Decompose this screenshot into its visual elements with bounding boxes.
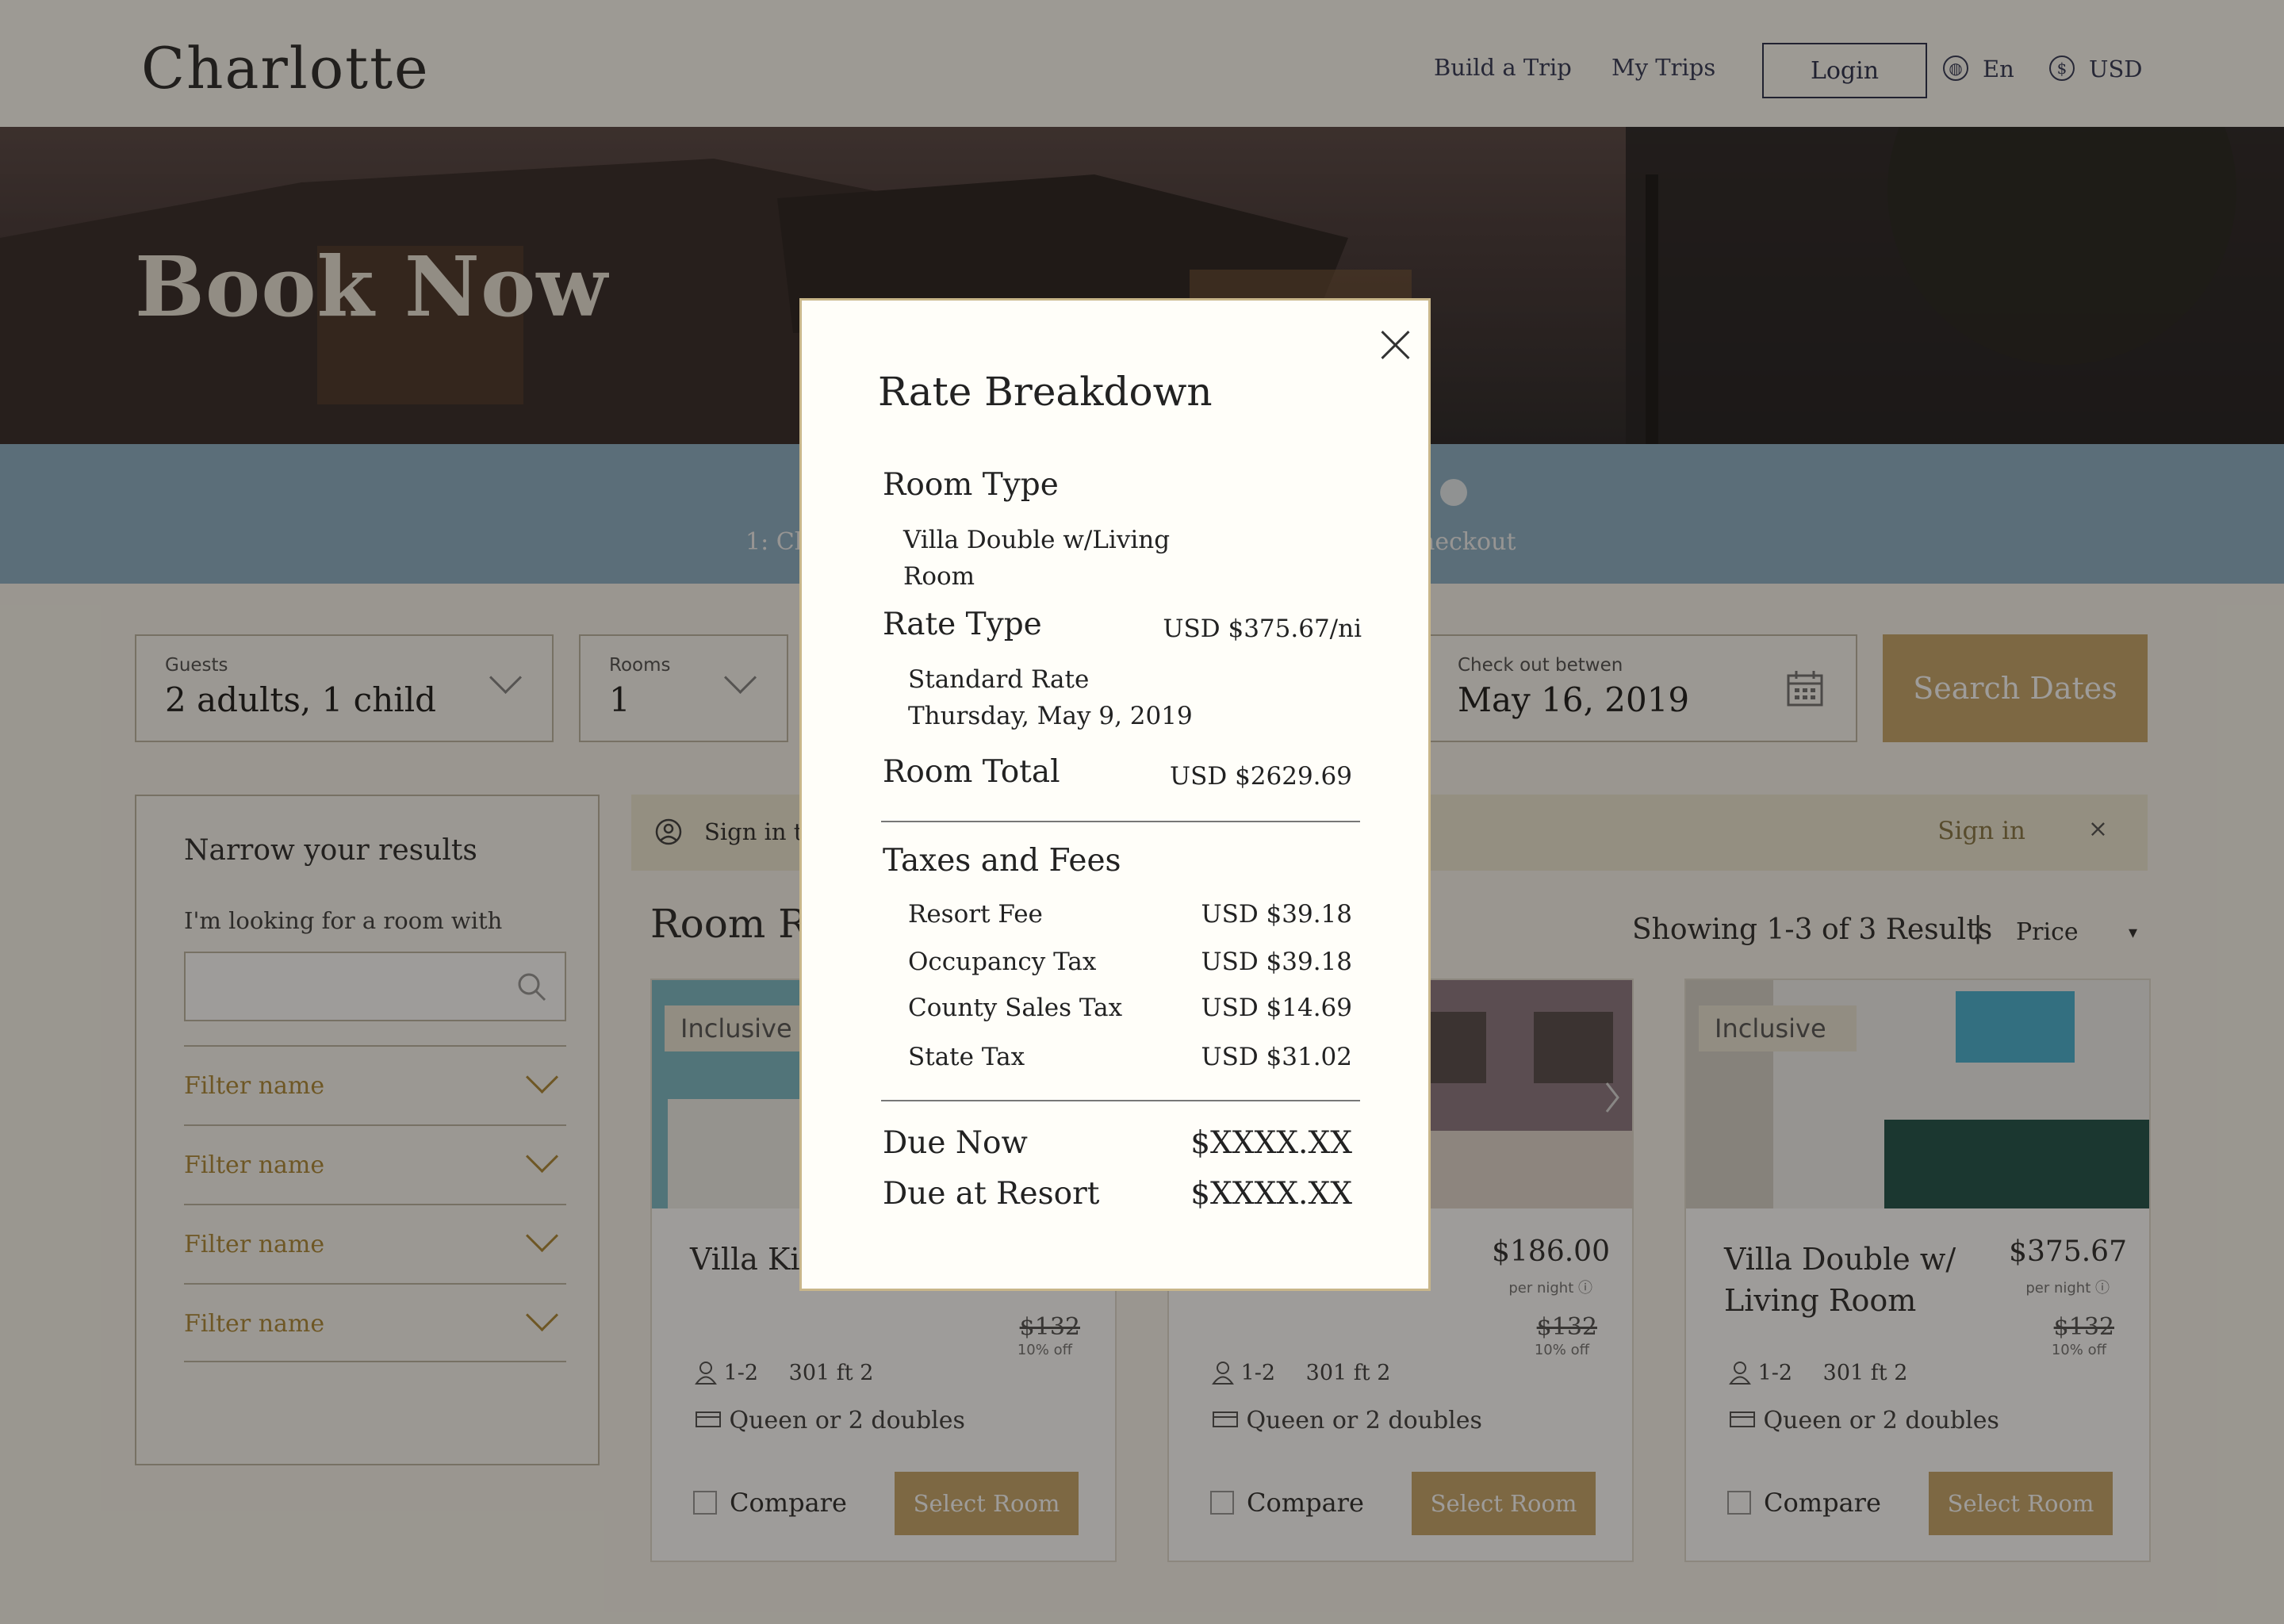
room-total-value: USD $2629.69 xyxy=(1170,762,1352,791)
taxes-heading: Taxes and Fees xyxy=(883,843,1121,879)
fee-label: Resort Fee xyxy=(908,900,1043,929)
due-resort-value: $XXXX.XX xyxy=(1190,1176,1352,1212)
room-type-line2: Room xyxy=(903,562,975,591)
page: Charlotte Build a Trip My Trips Login ◍ … xyxy=(0,0,2284,1624)
fee-value: USD $39.18 xyxy=(1201,900,1352,929)
fee-label: County Sales Tax xyxy=(908,994,1123,1022)
room-type-line1: Villa Double w/Living xyxy=(903,526,1171,554)
fee-label: Occupancy Tax xyxy=(908,948,1097,976)
rate-type-value: USD $375.67/ni xyxy=(1163,615,1362,643)
rate-type-heading: Rate Type xyxy=(883,607,1042,642)
room-total-label: Room Total xyxy=(883,754,1060,790)
rate-breakdown-modal: Rate Breakdown Room Type Villa Double w/… xyxy=(799,298,1431,1291)
fee-label: State Tax xyxy=(908,1043,1025,1071)
due-now-value: $XXXX.XX xyxy=(1190,1125,1352,1161)
fee-value: USD $14.69 xyxy=(1201,994,1352,1022)
due-resort-label: Due at Resort xyxy=(883,1176,1100,1212)
fee-value: USD $31.02 xyxy=(1201,1043,1352,1071)
modal-title: Rate Breakdown xyxy=(878,369,1213,415)
close-icon[interactable] xyxy=(1381,331,1409,359)
rate-date: Thursday, May 9, 2019 xyxy=(908,702,1193,730)
room-type-heading: Room Type xyxy=(883,467,1059,503)
due-now-label: Due Now xyxy=(883,1125,1028,1161)
fee-value: USD $39.18 xyxy=(1201,948,1352,976)
divider xyxy=(881,1100,1360,1101)
divider xyxy=(881,821,1360,822)
rate-name: Standard Rate xyxy=(908,665,1090,694)
